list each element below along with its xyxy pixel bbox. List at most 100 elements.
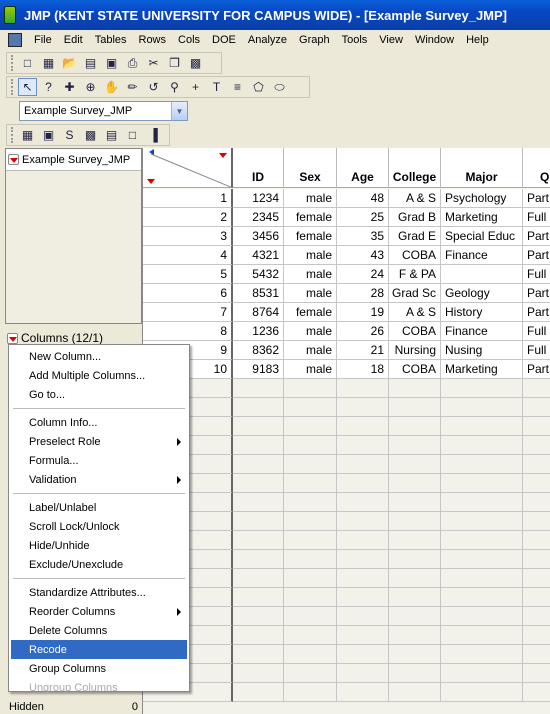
cell-id[interactable]: 2345 [233,208,284,227]
annotate-tool-icon[interactable]: T [207,78,226,96]
cell-major[interactable] [441,265,523,284]
cell-sex[interactable]: female [284,208,337,227]
cell-college[interactable]: Grad E [389,227,441,246]
cell-college[interactable]: F & PA [389,265,441,284]
row-number[interactable]: 3 [143,227,233,246]
cell-sex[interactable]: male [284,246,337,265]
cell-age[interactable]: 35 [337,227,389,246]
data-grid-icon[interactable]: ▦ [18,126,37,144]
magnifier-icon[interactable]: ⚲ [165,78,184,96]
grid-corner[interactable] [143,148,233,188]
menu-item-preselect-role[interactable]: Preselect Role [11,432,187,451]
cell-sex[interactable]: male [284,265,337,284]
cell-age[interactable]: 43 [337,246,389,265]
cell-id[interactable]: 1236 [233,322,284,341]
cell-q[interactable]: Part [523,360,550,379]
menu-cols[interactable]: Cols [172,34,206,46]
report-icon[interactable]: □ [123,126,142,144]
menu-tools[interactable]: Tools [336,34,374,46]
cell-age[interactable]: 24 [337,265,389,284]
lasso-tool-icon[interactable]: ↺ [144,78,163,96]
menu-item-exclude-unexclude[interactable]: Exclude/Unexclude [11,555,187,574]
cut-icon[interactable]: ✂ [144,54,163,72]
toolbar-grip[interactable] [11,55,14,71]
cell-college[interactable]: Nursing [389,341,441,360]
cell-sex[interactable]: male [284,322,337,341]
copy-icon[interactable]: ❐ [165,54,184,72]
menu-item-reorder-columns[interactable]: Reorder Columns [11,602,187,621]
cell-major[interactable]: History [441,303,523,322]
grabber-hand-icon[interactable]: ✋ [102,78,121,96]
column-header-q[interactable]: Q [523,148,550,188]
row-number[interactable]: 2 [143,208,233,227]
cell-college[interactable]: Grad B [389,208,441,227]
row-number[interactable]: 8 [143,322,233,341]
document-window-icon[interactable] [8,32,22,47]
menu-help[interactable]: Help [460,34,495,46]
cell-major[interactable]: Nusing [441,341,523,360]
cell-age[interactable]: 19 [337,303,389,322]
cell-sex[interactable]: male [284,189,337,208]
cell-major[interactable]: Special Educ [441,227,523,246]
menu-item-column-info[interactable]: Column Info... [11,413,187,432]
menu-item-label-unlabel[interactable]: Label/Unlabel [11,498,187,517]
cell-sex[interactable]: female [284,227,337,246]
cell-q[interactable]: Full [523,208,550,227]
line-tool-icon[interactable]: ≡ [228,78,247,96]
cell-sex[interactable]: male [284,284,337,303]
cell-major[interactable]: Marketing [441,208,523,227]
menu-view[interactable]: View [373,34,409,46]
cross-tool-icon[interactable]: + [186,78,205,96]
arrow-tool-icon[interactable]: ↖ [18,78,37,96]
menu-doe[interactable]: DOE [206,34,242,46]
cell-age[interactable]: 48 [337,189,389,208]
cell-q[interactable]: Part [523,189,550,208]
cell-q[interactable]: Full [523,265,550,284]
menu-item-hide-unhide[interactable]: Hide/Unhide [11,536,187,555]
cell-q[interactable]: Part [523,303,550,322]
cell-sex[interactable]: female [284,303,337,322]
menu-item-new-column[interactable]: New Column... [11,347,187,366]
menu-window[interactable]: Window [409,34,460,46]
cell-sex[interactable]: male [284,341,337,360]
open-folder-icon[interactable]: 📂 [60,54,79,72]
row-number[interactable]: 1 [143,189,233,208]
cell-major[interactable]: Finance [441,322,523,341]
menu-item-validation[interactable]: Validation [11,470,187,489]
column-header-age[interactable]: Age [337,148,389,188]
crosshair-tool-icon[interactable]: ⊕ [81,78,100,96]
cell-college[interactable]: Grad Sc [389,284,441,303]
ruler-icon[interactable]: ▐ [144,126,163,144]
data-table-select[interactable]: Example Survey_JMP ▼ [19,101,188,121]
cell-q[interactable]: Full [523,341,550,360]
paste-icon[interactable]: ▩ [186,54,205,72]
save-icon[interactable]: ▣ [102,54,121,72]
red-triangle-menu-icon[interactable] [8,154,19,165]
cell-id[interactable]: 8764 [233,303,284,322]
help-tool-icon[interactable]: ? [39,78,58,96]
menu-item-scroll-lock-unlock[interactable]: Scroll Lock/Unlock [11,517,187,536]
menu-file[interactable]: File [28,34,58,46]
toolbar-grip[interactable] [11,127,14,143]
cell-id[interactable]: 5432 [233,265,284,284]
cell-age[interactable]: 26 [337,322,389,341]
oval-tool-icon[interactable]: ⬭ [270,78,289,96]
script-icon[interactable]: S [60,126,79,144]
cell-q[interactable]: Part [523,246,550,265]
import-icon[interactable]: ▤ [81,54,100,72]
cell-q[interactable]: Part [523,284,550,303]
cell-major[interactable]: Geology [441,284,523,303]
column-header-major[interactable]: Major [441,148,523,188]
row-number[interactable]: 4 [143,246,233,265]
chevron-down-icon[interactable]: ▼ [171,102,187,120]
cell-q[interactable]: Full [523,322,550,341]
cell-college[interactable]: COBA [389,360,441,379]
column-header-college[interactable]: College [389,148,441,188]
column-header-sex[interactable]: Sex [284,148,337,188]
cell-id[interactable]: 1234 [233,189,284,208]
cell-q[interactable]: Part [523,227,550,246]
toolbar-grip[interactable] [11,79,14,95]
layout-icon[interactable]: ▩ [81,126,100,144]
new-file-icon[interactable]: □ [18,54,37,72]
cell-id[interactable]: 8531 [233,284,284,303]
